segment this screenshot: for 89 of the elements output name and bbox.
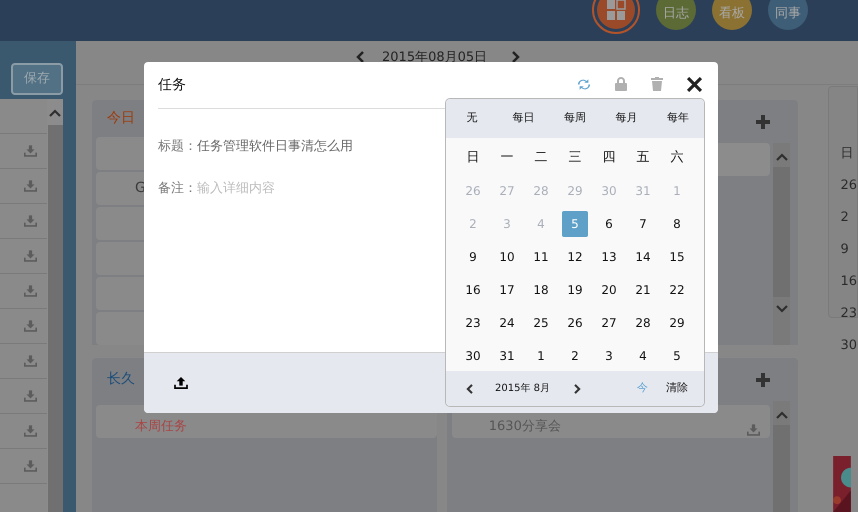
chevron-right-icon[interactable]: [512, 51, 520, 63]
day-label: 16: [840, 273, 857, 291]
download-icon[interactable]: [24, 250, 37, 262]
calendar-day[interactable]: 15: [664, 244, 690, 270]
calendar-day[interactable]: 16: [460, 276, 486, 302]
calendar-day[interactable]: 31: [494, 342, 520, 368]
trash-icon[interactable]: [651, 77, 663, 91]
repeat-option[interactable]: 每日: [512, 110, 534, 127]
field-label: 标题：: [158, 138, 197, 156]
day-label: 30: [840, 337, 857, 355]
refresh-icon[interactable]: [577, 78, 591, 90]
text-field[interactable]: 任务管理软件日事清怎么用: [197, 138, 437, 156]
download-icon[interactable]: [24, 215, 37, 227]
chevron-right-icon[interactable]: [574, 384, 581, 394]
calendar-day[interactable]: 21: [630, 276, 656, 302]
calendar-day[interactable]: 7: [630, 210, 656, 236]
calendar-day[interactable]: 9: [460, 244, 486, 270]
download-icon[interactable]: [24, 145, 37, 157]
calendar-day[interactable]: 11: [528, 244, 554, 270]
upload-icon[interactable]: [174, 377, 188, 389]
chevron-left-icon[interactable]: [356, 51, 364, 63]
download-icon[interactable]: [24, 285, 37, 297]
calendar-day[interactable]: 2: [562, 342, 588, 368]
calendar-day[interactable]: 30: [460, 342, 486, 368]
repeat-option[interactable]: 每月: [616, 110, 638, 127]
calendar-day[interactable]: 10: [494, 244, 520, 270]
calendar-day[interactable]: 13: [596, 244, 622, 270]
weekday-label: 五: [636, 148, 650, 167]
close-icon[interactable]: [687, 76, 702, 92]
chevron-left-icon[interactable]: [466, 384, 473, 394]
chevron-up-icon[interactable]: [776, 411, 788, 419]
weekday-label: 一: [500, 148, 514, 167]
scrollbar[interactable]: [773, 401, 790, 512]
weekday-label: 日: [466, 148, 480, 167]
chevron-down-icon[interactable]: [776, 305, 788, 313]
chevron-up-icon[interactable]: [49, 109, 61, 117]
dialog-title: 任务: [158, 76, 186, 94]
month-label: 2015年 8月: [495, 382, 550, 396]
calendar-day[interactable]: 5: [664, 342, 690, 368]
add-icon[interactable]: [756, 114, 770, 128]
weekday-label: 三: [568, 148, 582, 167]
download-icon[interactable]: [24, 355, 37, 367]
field-label: 备注：: [158, 180, 197, 198]
day-label: 23: [840, 305, 857, 323]
calendar-day[interactable]: 28: [630, 310, 656, 336]
weekday-label: 六: [670, 148, 684, 167]
calendar-day[interactable]: 23: [460, 310, 486, 336]
panel-title: 长久: [107, 370, 135, 389]
calendar-day[interactable]: 6: [596, 210, 622, 236]
scrollbar[interactable]: [773, 143, 790, 345]
download-icon[interactable]: [24, 425, 37, 437]
calendar-day[interactable]: 24: [494, 310, 520, 336]
grid-icon[interactable]: [592, 0, 640, 34]
clear-button[interactable]: 清除: [666, 380, 688, 397]
day-label: 26: [840, 177, 857, 195]
calendar-day[interactable]: 14: [630, 244, 656, 270]
weekday-label: 四: [602, 148, 616, 167]
calendar-day[interactable]: 26: [562, 310, 588, 336]
download-icon[interactable]: [24, 390, 37, 402]
weekday-label: 二: [534, 148, 548, 167]
add-icon[interactable]: [756, 372, 770, 386]
calendar-day[interactable]: 19: [562, 276, 588, 302]
calendar-day[interactable]: 22: [664, 276, 690, 302]
download-icon[interactable]: [24, 180, 37, 192]
download-icon[interactable]: [24, 320, 37, 332]
calendar-day[interactable]: 27: [596, 310, 622, 336]
calendar-day[interactable]: 8: [664, 210, 690, 236]
calendar-day[interactable]: 29: [664, 310, 690, 336]
download-icon[interactable]: [747, 424, 760, 436]
repeat-option[interactable]: 无: [466, 110, 478, 127]
panel-title: 今日: [107, 109, 135, 128]
repeat-option[interactable]: 每周: [564, 110, 586, 127]
text-field[interactable]: 输入详细内容: [197, 179, 437, 198]
chevron-up-icon[interactable]: [776, 153, 788, 161]
date-label: 2015年08月05日: [382, 51, 488, 65]
weekday-label: 日: [840, 145, 854, 163]
calendar-day[interactable]: 20: [596, 276, 622, 302]
calendar-day[interactable]: 17: [494, 276, 520, 302]
calendar-day[interactable]: 25: [528, 310, 554, 336]
calendar-day[interactable]: 1: [528, 342, 554, 368]
repeat-option[interactable]: 每年: [667, 110, 690, 127]
calendar-day[interactable]: 18: [528, 276, 554, 302]
calendar-day[interactable]: 3: [596, 342, 622, 368]
calendar-day[interactable]: 4: [630, 342, 656, 368]
day-label: 9: [840, 241, 850, 259]
lock-icon[interactable]: [615, 77, 627, 91]
download-icon[interactable]: [24, 460, 37, 472]
day-label: 2: [840, 209, 850, 227]
calendar-day[interactable]: 12: [562, 244, 588, 270]
